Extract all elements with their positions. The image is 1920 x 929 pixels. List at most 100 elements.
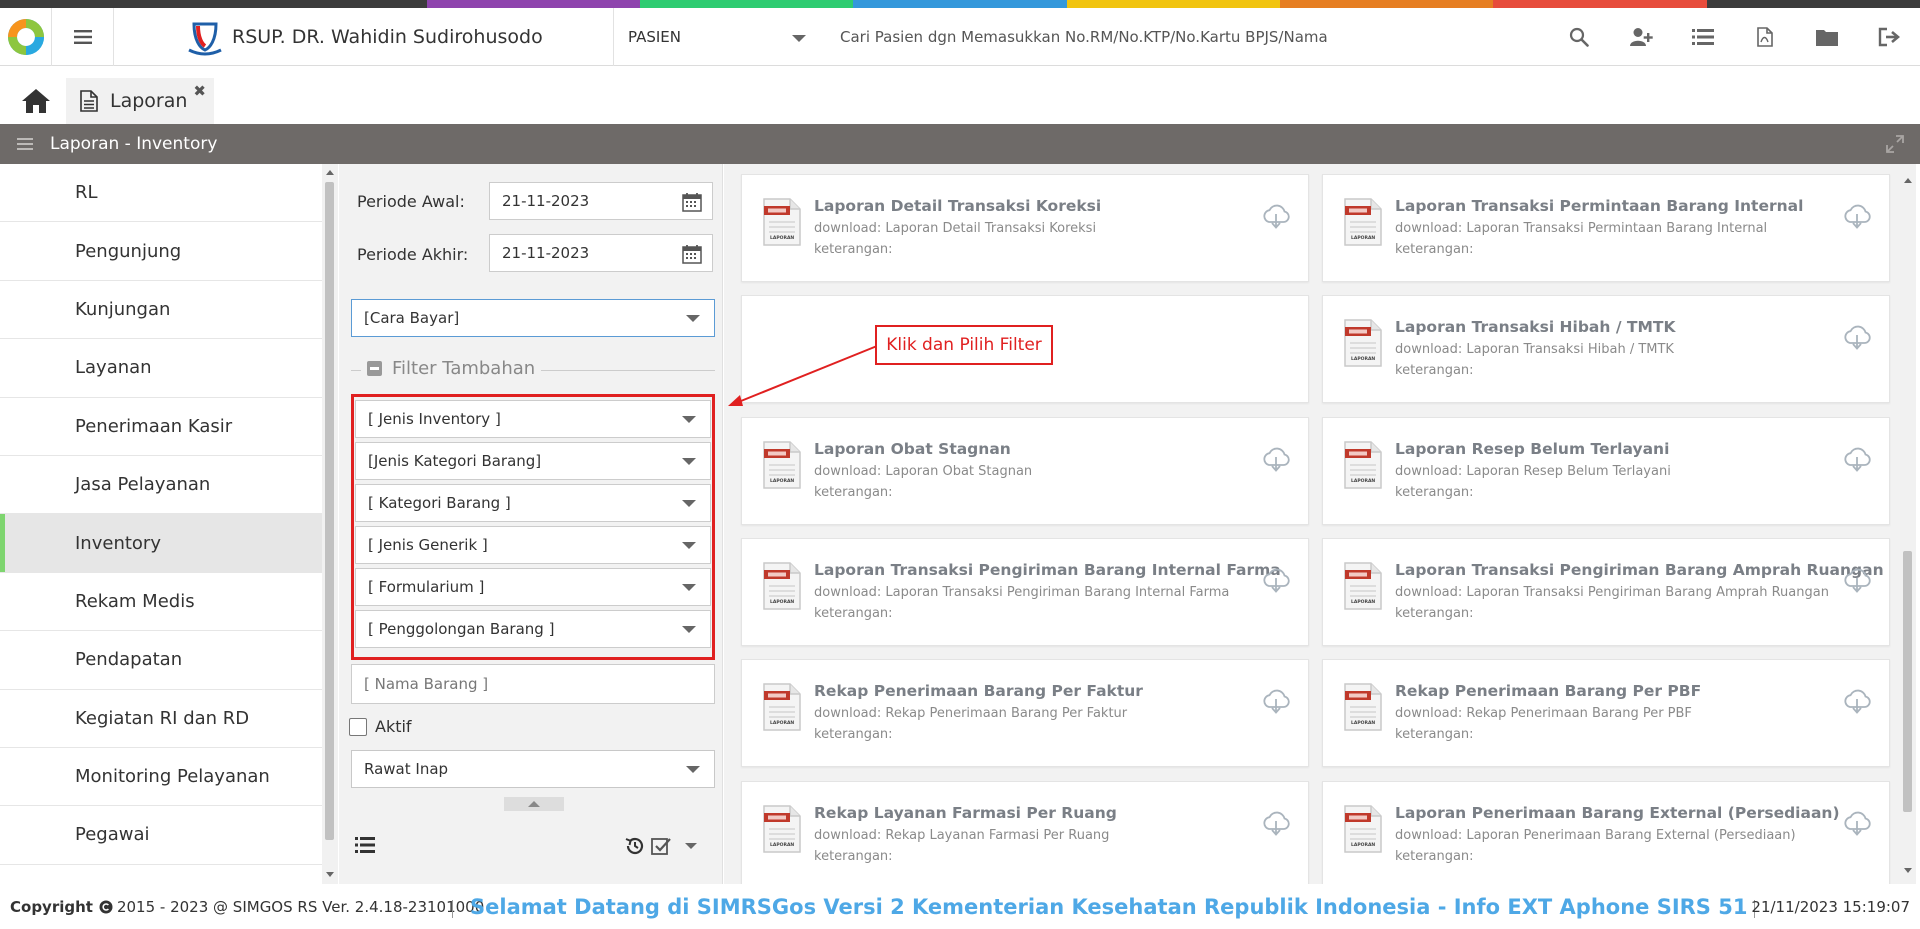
list-button[interactable] bbox=[1672, 8, 1734, 66]
download-cloud-icon[interactable] bbox=[1262, 567, 1290, 597]
calendar-icon[interactable] bbox=[682, 244, 702, 264]
download-cloud-icon[interactable] bbox=[1262, 446, 1290, 476]
sidebar-item-pendapatan[interactable]: Pendapatan bbox=[0, 631, 322, 690]
report-title[interactable]: Laporan Transaksi Pengiriman Barang Inte… bbox=[814, 561, 1281, 579]
report-keterangan: keterangan: bbox=[814, 848, 893, 864]
pdf-button[interactable] bbox=[1734, 8, 1796, 66]
report-card[interactable]: LAPORAN Rekap Penerimaan Barang Per Faktu… bbox=[741, 659, 1309, 768]
search-button[interactable] bbox=[1548, 8, 1610, 66]
patient-search-input[interactable] bbox=[824, 18, 1544, 56]
report-title[interactable]: Laporan Transaksi Permintaan Barang Inte… bbox=[1395, 197, 1803, 215]
filter-select-kategori-barang[interactable]: [ Kategori Barang ] bbox=[355, 484, 711, 522]
report-keterangan: keterangan: bbox=[1395, 605, 1474, 621]
report-title[interactable]: Laporan Obat Stagnan bbox=[814, 440, 1011, 458]
sidebar-item-jasa-pelayanan[interactable]: Jasa Pelayanan bbox=[0, 456, 322, 515]
report-download-text: download: Laporan Transaksi Hibah / TMTK bbox=[1395, 342, 1674, 358]
download-cloud-icon[interactable] bbox=[1843, 446, 1871, 476]
section-menu-button[interactable] bbox=[0, 124, 50, 164]
sidebar-item-label: Monitoring Pelayanan bbox=[75, 766, 270, 788]
sidebar-item-rl[interactable]: RL bbox=[0, 164, 322, 223]
report-document-icon: LAPORAN bbox=[762, 440, 802, 494]
filter-select-jenis-kategori-barang[interactable]: [Jenis Kategori Barang] bbox=[355, 442, 711, 480]
sidebar-item-monitoring-pelayanan[interactable]: Monitoring Pelayanan bbox=[0, 748, 322, 807]
collapse-icon[interactable] bbox=[367, 361, 382, 376]
report-card[interactable]: LAPORAN Laporan Transaksi Permintaan Bara… bbox=[1322, 174, 1890, 282]
app-logo[interactable] bbox=[0, 8, 52, 66]
filter-tambahan-legend[interactable]: Filter Tambahan bbox=[361, 358, 542, 379]
apply-button[interactable] bbox=[651, 836, 671, 856]
sidebar-item-rekam-medis[interactable]: Rekam Medis bbox=[0, 573, 322, 632]
report-card[interactable]: LAPORAN Laporan Obat Stagnan download: Lap… bbox=[741, 416, 1309, 525]
scrollbar-thumb[interactable] bbox=[1903, 551, 1912, 812]
collapse-filter-handle[interactable] bbox=[504, 797, 564, 811]
report-doc-label: LAPORAN bbox=[1351, 599, 1376, 605]
aktif-checkbox-row[interactable]: Aktif bbox=[349, 717, 412, 736]
sidebar-item-penerimaan-kasir[interactable]: Penerimaan Kasir bbox=[0, 398, 322, 456]
download-cloud-icon[interactable] bbox=[1843, 688, 1871, 718]
report-card[interactable]: LAPORAN Laporan Penerimaan Barang Externa… bbox=[1322, 780, 1890, 884]
report-title[interactable]: Laporan Detail Transaksi Koreksi bbox=[814, 197, 1101, 215]
report-title[interactable]: Laporan Transaksi Pengiriman Barang Ampr… bbox=[1395, 561, 1884, 579]
filter-select-formularium[interactable]: [ Formularium ] bbox=[355, 568, 711, 606]
report-download-text: download: Rekap Penerimaan Barang Per Fa… bbox=[814, 706, 1128, 722]
report-title[interactable]: Laporan Resep Belum Terlayani bbox=[1395, 440, 1669, 458]
download-cloud-icon[interactable] bbox=[1843, 324, 1871, 354]
sidebar-item-kegiatan-ri-dan-rd[interactable]: Kegiatan RI dan RD bbox=[0, 690, 322, 748]
tab-laporan[interactable]: Laporan ✖ bbox=[66, 78, 214, 124]
report-card[interactable]: LAPORAN Laporan Detail Transaksi Koreksi d… bbox=[741, 174, 1309, 282]
filter-select-value: [ Formularium ] bbox=[368, 578, 485, 596]
report-title[interactable]: Rekap Penerimaan Barang Per PBF bbox=[1395, 682, 1701, 700]
sidebar-item-pengunjung[interactable]: Pengunjung bbox=[0, 222, 322, 281]
periode-akhir-input[interactable]: 21-11-2023 bbox=[489, 234, 713, 272]
download-cloud-icon[interactable] bbox=[1843, 810, 1871, 840]
reset-button[interactable] bbox=[625, 836, 645, 856]
logout-button[interactable] bbox=[1858, 8, 1920, 66]
report-document-icon: LAPORAN bbox=[1343, 318, 1383, 372]
report-title[interactable]: Laporan Penerimaan Barang External (Pers… bbox=[1395, 804, 1840, 822]
report-card[interactable]: LAPORAN Laporan Transaksi Pengiriman Bara… bbox=[1322, 537, 1890, 646]
expand-button[interactable] bbox=[1886, 135, 1904, 158]
home-button[interactable] bbox=[16, 84, 56, 118]
report-scrollbar[interactable] bbox=[1900, 164, 1916, 884]
download-cloud-icon[interactable] bbox=[1843, 567, 1871, 597]
add-patient-button[interactable] bbox=[1610, 8, 1672, 66]
report-title[interactable]: Rekap Layanan Farmasi Per Ruang bbox=[814, 804, 1117, 822]
sidebar-item-inventory[interactable]: Inventory bbox=[0, 514, 322, 573]
rawat-select[interactable]: Rawat Inap bbox=[351, 750, 715, 788]
report-card[interactable]: LAPORAN Laporan Transaksi Hibah / TMTK dow… bbox=[1322, 295, 1890, 404]
report-title[interactable]: Laporan Transaksi Hibah / TMTK bbox=[1395, 318, 1675, 336]
report-card[interactable]: LAPORAN Laporan Transaksi Pengiriman Bara… bbox=[741, 537, 1309, 646]
filter-select-jenis-generik[interactable]: [ Jenis Generik ] bbox=[355, 526, 711, 564]
marquee-text: Selamat Datang di SIMRSGos Versi 2 Kemen… bbox=[470, 895, 1748, 919]
scrollbar-thumb[interactable] bbox=[325, 182, 334, 840]
download-cloud-icon[interactable] bbox=[1262, 810, 1290, 840]
filter-select-jenis-inventory[interactable]: [ Jenis Inventory ] bbox=[355, 400, 711, 438]
periode-awal-value: 21-11-2023 bbox=[502, 192, 590, 210]
download-cloud-icon[interactable] bbox=[1843, 203, 1871, 233]
sidebar-item-pegawai[interactable]: Pegawai bbox=[0, 806, 322, 865]
download-cloud-icon[interactable] bbox=[1262, 203, 1290, 233]
download-cloud-icon[interactable] bbox=[1262, 688, 1290, 718]
cara-bayar-select[interactable]: [Cara Bayar] bbox=[351, 299, 715, 337]
search-type-select[interactable]: PASIEN bbox=[614, 8, 824, 66]
filter-select-penggolongan-barang[interactable]: [ Penggolongan Barang ] bbox=[355, 610, 711, 648]
list-view-button[interactable] bbox=[355, 837, 375, 857]
sidebar-item-layanan[interactable]: Layanan bbox=[0, 339, 322, 398]
chevron-down-icon bbox=[682, 542, 696, 549]
nama-barang-input[interactable] bbox=[351, 664, 715, 704]
sidebar-scrollbar[interactable] bbox=[322, 164, 338, 884]
sidebar-item-kunjungan[interactable]: Kunjungan bbox=[0, 281, 322, 340]
report-card[interactable]: LAPORAN Rekap Layanan Farmasi Per Ruang do… bbox=[741, 780, 1309, 884]
folder-button[interactable] bbox=[1796, 8, 1858, 66]
aktif-checkbox[interactable] bbox=[349, 717, 367, 736]
report-title[interactable]: Rekap Penerimaan Barang Per Faktur bbox=[814, 682, 1143, 700]
calendar-icon[interactable] bbox=[682, 192, 702, 212]
report-keterangan: keterangan: bbox=[814, 727, 893, 743]
report-card[interactable]: LAPORAN Rekap Penerimaan Barang Per PBF do… bbox=[1322, 659, 1890, 768]
chevron-down-icon[interactable] bbox=[685, 843, 697, 849]
report-card[interactable]: LAPORAN Laporan Resep Belum Terlayani down… bbox=[1322, 416, 1890, 525]
filter-select-value: [Jenis Kategori Barang] bbox=[368, 452, 542, 470]
close-icon[interactable]: ✖ bbox=[193, 82, 206, 100]
main-menu-button[interactable] bbox=[52, 8, 114, 66]
periode-awal-input[interactable]: 21-11-2023 bbox=[489, 182, 713, 220]
